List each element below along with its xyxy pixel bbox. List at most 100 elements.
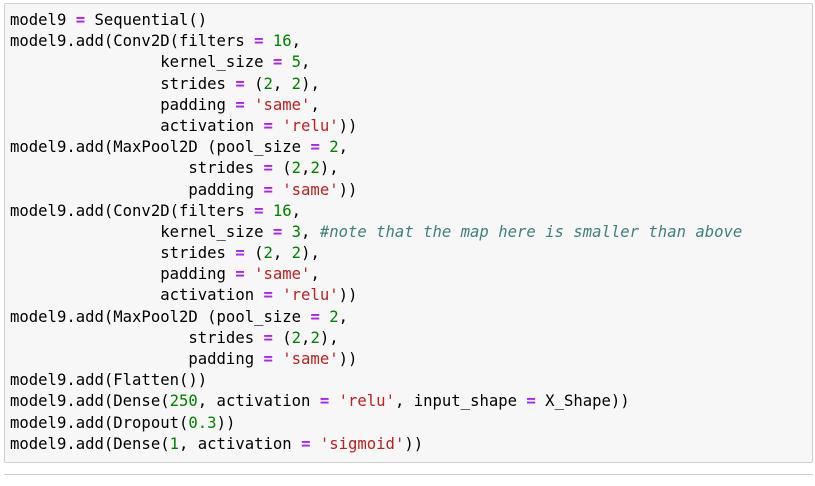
code-text: ,: [291, 32, 302, 51]
code-text: model9.add(Dense(: [10, 434, 170, 453]
code-text: model9.add(Flatten()): [10, 371, 208, 390]
code-string: 'same': [254, 95, 311, 114]
code-string: 'same': [282, 350, 339, 368]
code-number: 250: [169, 392, 198, 411]
code-line: kernel_size = 5,: [10, 52, 742, 73]
code-operator: =: [272, 222, 283, 241]
code-line: model9.add(MaxPool2D (pool_size = 2,: [10, 307, 742, 328]
code-text: , activation: [197, 392, 320, 411]
code-line: model9.add(Flatten()): [10, 370, 742, 391]
code-operator: =: [263, 328, 273, 347]
code-number: 2: [310, 328, 320, 347]
code-text: model9.add(Dense(: [10, 392, 170, 411]
code-line: model9.add(Dense(250, activation = 'relu…: [10, 391, 742, 412]
code-operator: =: [263, 350, 273, 368]
code-number: 16: [272, 32, 292, 51]
code-text: , input_shape: [394, 392, 527, 411]
code-number: 2: [329, 138, 339, 157]
code-text: padding: [10, 95, 236, 114]
code-comment: #note that the map here is smaller than …: [319, 222, 743, 241]
code-text: activation: [10, 286, 264, 305]
code-line: padding = 'same',: [10, 95, 742, 116]
code-number: 0.3: [188, 413, 217, 432]
code-text: ,: [301, 222, 320, 241]
code-line: kernel_size = 3, #note that the map here…: [10, 222, 742, 243]
code-string: 'same': [254, 265, 311, 284]
code-string: 'sigmoid': [319, 434, 405, 453]
code-operator: =: [310, 307, 320, 326]
code-operator: =: [272, 53, 283, 72]
code-operator: =: [263, 180, 273, 199]
code-text: )): [338, 116, 358, 135]
code-text: (: [272, 328, 292, 347]
code-text: (: [272, 159, 292, 178]
code-text: model9.add(Conv2D(filters: [10, 32, 255, 51]
code-text: )): [338, 286, 358, 305]
code-line: model9.add(Dropout(0.3)): [10, 413, 742, 434]
code-operator: =: [263, 286, 273, 305]
code-text: strides: [10, 74, 236, 93]
code-number: 2: [329, 307, 339, 326]
code-operator: =: [263, 116, 273, 135]
code-text: )): [216, 413, 236, 432]
code-text: ,: [291, 201, 302, 220]
code-text: model9.add(MaxPool2D (pool_size: [10, 138, 311, 157]
code-text: padding: [10, 350, 264, 368]
code-text: ),: [301, 74, 320, 93]
code-text: X_Shape)): [535, 392, 630, 411]
code-line: strides = (2, 2),: [10, 74, 742, 95]
code-line: model9.add(Dense(1, activation = 'sigmoi…: [10, 434, 742, 455]
code-string: 'same': [282, 180, 339, 199]
code-operator: =: [235, 95, 245, 114]
code-text: strides: [10, 244, 236, 263]
code-line: model9.add(Conv2D(filters = 16,: [10, 31, 742, 52]
code-operator: =: [263, 159, 273, 178]
code-line: activation = 'relu')): [10, 285, 742, 306]
code-cell[interactable]: model9 = Sequential() model9.add(Conv2D(f…: [4, 3, 813, 463]
code-text: kernel_size: [10, 222, 273, 241]
code-number: 16: [272, 201, 292, 220]
code-number: 5: [291, 53, 302, 72]
code-operator: =: [526, 392, 536, 411]
code-number: 2: [310, 159, 320, 178]
code-operator: =: [235, 244, 245, 263]
code-string: 'relu': [282, 116, 339, 135]
code-text: padding: [10, 180, 264, 199]
code-text: ,: [338, 138, 348, 157]
code-text: ),: [319, 328, 339, 347]
code-editor[interactable]: model9 = Sequential() model9.add(Conv2D(f…: [10, 10, 742, 455]
code-text: ),: [319, 159, 339, 178]
code-text: ),: [301, 244, 320, 263]
code-number: 2: [263, 74, 273, 93]
code-text: ,: [338, 307, 348, 326]
code-operator: =: [235, 265, 245, 284]
code-line: model9.add(Conv2D(filters = 16,: [10, 201, 742, 222]
code-text: , activation: [179, 434, 302, 453]
code-operator: =: [310, 138, 320, 157]
code-text: )): [338, 180, 358, 199]
code-text: kernel_size: [10, 53, 273, 72]
code-operator: =: [254, 201, 264, 220]
next-cell[interactable]: [4, 474, 813, 486]
code-text: model9.add(Dropout(: [10, 413, 189, 432]
code-operator: =: [75, 11, 86, 29]
code-text: ,: [272, 244, 292, 263]
code-operator: =: [319, 392, 330, 411]
code-text: )): [338, 350, 358, 368]
code-line: padding = 'same',: [10, 264, 742, 285]
code-number: 2: [291, 74, 302, 93]
code-line: model9 = Sequential(): [10, 10, 742, 31]
code-text: ,: [272, 74, 292, 93]
code-text: (: [244, 244, 264, 263]
code-line: strides = (2,2),: [10, 328, 742, 349]
